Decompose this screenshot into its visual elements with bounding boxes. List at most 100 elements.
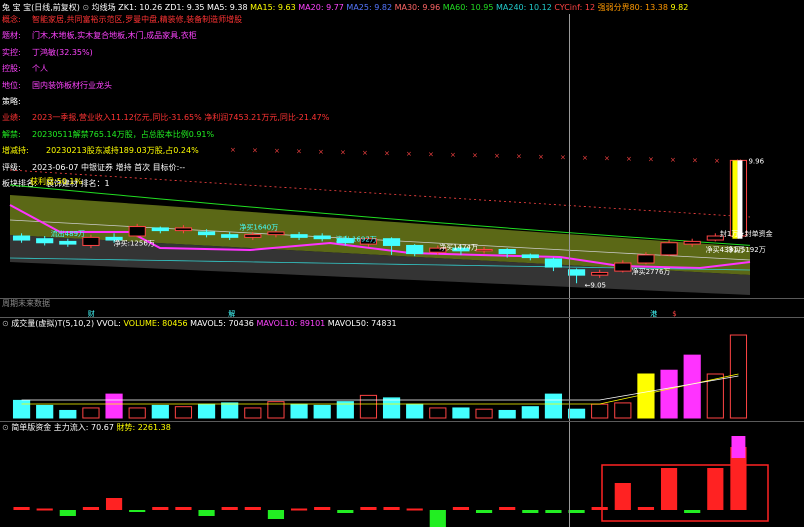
settings-icon[interactable]: ⊙: [2, 423, 9, 432]
fund-bar: [314, 507, 331, 510]
chart-annotation: 净买1640万: [239, 222, 278, 231]
fund-bar: [129, 510, 146, 512]
fund-bar: [105, 498, 123, 510]
volume-bar: [12, 399, 31, 419]
x-marker: ×: [516, 153, 522, 161]
candle-body: [36, 238, 54, 244]
volume-bar: [406, 403, 424, 419]
volume-bar: [637, 373, 655, 419]
future-text: 周期未来数据: [2, 299, 50, 308]
fund-bar: [660, 468, 678, 510]
fund-bar: [406, 508, 423, 511]
fund-bar: [36, 508, 53, 511]
fund-bar: [244, 507, 261, 510]
candle-body: [382, 238, 401, 246]
future-label: 周期未来数据: [2, 299, 50, 309]
fund-title[interactable]: 简单版资金: [11, 423, 51, 432]
chart-annotation: 净买1474万: [439, 243, 478, 252]
fund-bar: [545, 510, 562, 513]
volume-bar: [59, 409, 77, 419]
fund-bar: [267, 510, 285, 519]
x-marker: ×: [318, 148, 324, 156]
volume-item-0: VOLUME: 80456: [123, 319, 188, 328]
volume-item-3: MAVOL50: 74831: [325, 319, 397, 328]
chart-annotation: 净买2776万: [632, 267, 671, 276]
fund-bar: [614, 483, 631, 510]
fund-bar: [360, 507, 377, 510]
volume-bar: [290, 403, 308, 419]
x-marker: ×: [604, 155, 610, 163]
chart-annotation: 净买:1256万: [114, 238, 155, 247]
x-marker: ×: [296, 148, 302, 156]
volume-bar: [452, 407, 470, 419]
fund-bar: [383, 507, 400, 510]
volume-bar: [151, 404, 169, 419]
fund-bar: [198, 510, 215, 516]
vol-ma-line: [21, 373, 739, 405]
volume-bar: [498, 409, 516, 419]
low-price-label: ←9.05: [585, 281, 606, 289]
volume-bar: [429, 407, 447, 419]
fund-bar: [475, 510, 493, 513]
fund-bar: [429, 510, 446, 527]
volume-item-1: MAVOL5: 70436: [187, 319, 254, 328]
volume-bar: [359, 394, 378, 419]
candle-body: [475, 249, 493, 252]
fund-bar: [175, 507, 192, 510]
x-marker: ×: [230, 146, 236, 154]
fund-bar: [452, 507, 470, 510]
fund-bar-top: [731, 436, 746, 458]
candle-body: [267, 231, 285, 236]
price-chart[interactable]: ××××××××××××××××××××××××9.96←9.05流出489万净…: [0, 0, 804, 527]
volume-bar: [244, 407, 262, 419]
volume-bar: [475, 408, 493, 419]
candle-body: [406, 244, 424, 255]
chart-annotation: 净买5192万: [727, 245, 766, 254]
candle-body: [128, 226, 146, 237]
x-marker: ×: [626, 155, 632, 163]
x-marker: ×: [340, 149, 346, 157]
fund-bar: [684, 510, 701, 513]
volume-bar: [382, 397, 401, 419]
candle-body: [498, 249, 516, 255]
volume-title[interactable]: 成交量(虚拟)T(5,10,2): [11, 319, 94, 328]
candle-body: [221, 234, 239, 238]
chart-annotation: 流出:1692万: [336, 234, 377, 243]
candle-body: [12, 235, 31, 241]
candle-body: [567, 269, 586, 276]
candle-body: [244, 234, 262, 238]
x-marker: ×: [692, 157, 698, 165]
candle-body: [290, 234, 308, 238]
volume-bar: [591, 403, 609, 419]
settings-icon[interactable]: ⊙: [2, 319, 9, 328]
x-marker: ×: [472, 152, 478, 160]
candle-body: [683, 240, 701, 245]
fund-item-1: 財势: 2261.38: [113, 423, 171, 432]
x-marker: ×: [362, 149, 368, 157]
volume-bar: [313, 404, 331, 419]
candle-body: [313, 235, 331, 240]
volume-bar: [36, 404, 54, 419]
panel-divider-1: [0, 298, 804, 299]
x-marker: ×: [538, 153, 544, 161]
fund-items: 主力流入: 70.67 財势: 2261.38: [54, 423, 171, 432]
volume-bar: [729, 334, 748, 419]
candle-body: [660, 242, 678, 256]
fund-item-0: 主力流入: 70.67: [53, 423, 114, 432]
fund-header: ⊙ 简单版资金 主力流入: 70.67 財势: 2261.38: [2, 423, 171, 433]
fund-bar: [522, 510, 539, 513]
panel-divider-3: [0, 421, 804, 422]
x-marker: ×: [428, 151, 434, 159]
candle-body: [82, 236, 100, 246]
fund-bar: [59, 510, 76, 516]
volume-bar: [82, 407, 100, 419]
volume-indicator: VVOL:: [96, 319, 121, 328]
volume-bar: [683, 354, 701, 419]
candle-body: [151, 227, 169, 232]
fund-bar: [221, 507, 238, 510]
candle-body: [614, 262, 632, 272]
fund-bar: [337, 510, 354, 513]
fund-bar: [707, 468, 724, 510]
fund-bar: [591, 507, 608, 510]
volume-bar: [221, 402, 239, 419]
